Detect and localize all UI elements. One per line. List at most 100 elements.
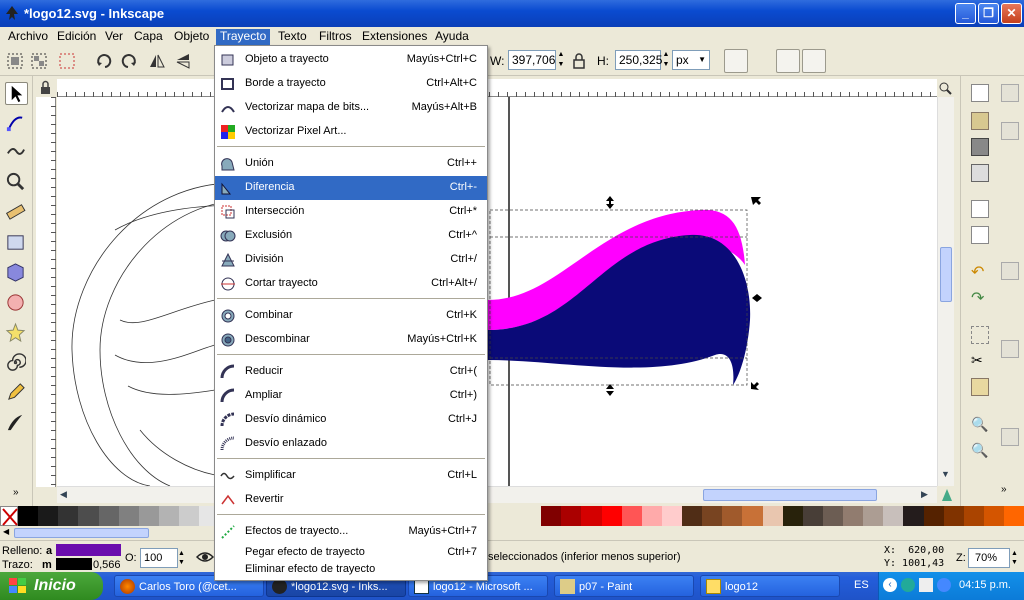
ruler-lock[interactable] [36,79,56,97]
tray-arrow-icon[interactable]: ‹ [883,578,897,592]
node-tool[interactable] [5,112,28,135]
swatch[interactable] [58,506,79,526]
menu-item-ampliar[interactable]: Ampliar Ctrl+) [215,384,487,408]
rotate-cw-icon[interactable] [120,52,138,70]
maximize-button[interactable]: ❐ [978,3,999,24]
rectangle-tool[interactable] [5,232,28,255]
move-gradients-button[interactable] [776,49,800,73]
menu-item-reducir[interactable]: Reducir Ctrl+( [215,360,487,384]
swatch[interactable] [158,506,179,526]
color-manage-icon[interactable] [940,487,954,503]
star-tool[interactable] [5,322,28,345]
swatch[interactable] [118,506,139,526]
menu-item-desvio-dinamico[interactable]: Desvío dinámico Ctrl+J [215,408,487,432]
menu-ver[interactable]: Ver [101,29,127,45]
menu-item-simplificar[interactable]: Simplificar Ctrl+L [215,464,487,488]
pencil-tool[interactable] [5,382,28,405]
box3d-tool[interactable] [5,262,28,285]
snap-bbox-icon[interactable] [1001,122,1019,140]
scroll-right-icon[interactable]: ▶ [921,489,928,500]
snap-bbox-midpoint-icon[interactable] [1001,200,1019,218]
menu-filtros[interactable]: Filtros [315,29,356,45]
swatch[interactable] [581,506,602,526]
selector-tool[interactable] [5,82,28,105]
palette-scrollbar[interactable]: ◀ [0,526,1024,540]
menu-archivo[interactable]: Archivo [4,29,52,45]
width-field[interactable]: 397,706 [508,50,556,70]
snap-cusp-icon[interactable] [1001,340,1019,358]
menu-trayecto[interactable]: Trayecto [216,29,271,45]
menu-item-efectos-de-trayecto[interactable]: Efectos de trayecto... Mayús+Ctrl+7 [215,520,487,544]
scroll-left-icon[interactable]: ◀ [60,489,67,500]
horizontal-scroll-thumb[interactable] [703,489,877,501]
swatch[interactable] [682,506,703,526]
swatch[interactable] [18,506,39,526]
swatch[interactable] [702,506,723,526]
redo-icon[interactable]: ↷ [971,288,989,307]
calligraphy-tool[interactable] [5,412,28,435]
save-icon[interactable] [971,138,989,156]
swatch[interactable] [138,506,159,526]
snap-toggle-icon[interactable] [1001,84,1019,102]
deselect-icon[interactable] [58,52,76,70]
swatch[interactable] [963,506,984,526]
swatch[interactable] [822,506,844,526]
opacity-field[interactable]: 100 [140,548,178,568]
measure-tool[interactable] [5,201,28,224]
rotate-ccw-icon[interactable] [95,52,113,70]
swatch[interactable] [883,506,904,526]
palette-scroll-left-icon[interactable]: ◀ [3,527,9,536]
menu-objeto[interactable]: Objeto [170,29,213,45]
ellipse-tool[interactable] [5,292,28,315]
zoom-selection-icon[interactable]: 🔍 [971,416,989,434]
vertical-scroll-thumb[interactable] [940,247,952,302]
menu-item-eliminar-efecto[interactable]: Eliminar efecto de trayecto [215,560,487,580]
flip-vertical-icon[interactable] [174,52,192,70]
snap-rotation-center-icon[interactable] [1001,454,1019,472]
swatch[interactable] [1004,506,1024,526]
menu-edicion[interactable]: Edición [53,29,100,45]
spiral-tool[interactable] [5,352,28,375]
swatch[interactable] [943,506,964,526]
menu-item-union[interactable]: Unión Ctrl++ [215,152,487,176]
snap-smooth-icon[interactable] [1001,366,1019,384]
menu-item-vectorizar-pixel-art[interactable]: Vectorizar Pixel Art... [215,120,487,144]
paste-icon[interactable] [971,378,989,396]
swatch[interactable] [621,506,642,526]
tweak-tool[interactable] [5,140,28,163]
export-icon[interactable] [971,226,989,244]
swatch[interactable] [782,506,803,526]
swatch[interactable] [78,506,99,526]
swatch[interactable] [641,506,662,526]
copy-icon[interactable] [971,326,989,344]
snap-nodes-icon[interactable] [1001,262,1019,280]
move-patterns-button[interactable] [802,49,826,73]
menu-item-descombinar[interactable]: Descombinar Mayús+Ctrl+K [215,328,487,352]
swatch[interactable] [843,506,864,526]
swatch[interactable] [561,506,582,526]
volume-icon[interactable] [919,578,933,592]
stroke-color-swatch[interactable] [56,558,92,570]
snap-midpoint-icon[interactable] [1001,392,1019,410]
snap-bbox-edge-icon[interactable] [1001,148,1019,166]
language-indicator[interactable]: ES [854,579,869,591]
zoom-field[interactable]: 70% [968,548,1010,568]
no-paint-swatch[interactable] [0,506,18,526]
open-icon[interactable] [971,112,989,130]
menu-texto[interactable]: Texto [274,29,311,45]
swatch[interactable] [983,506,1005,526]
network-icon[interactable] [901,578,915,592]
snap-bbox-center-icon[interactable] [1001,226,1019,244]
snap-intersection-icon[interactable] [1001,314,1019,332]
scroll-down-icon[interactable]: ▼ [941,469,950,479]
clock[interactable]: 04:15 p.m. [959,579,1011,591]
swatch[interactable] [923,506,944,526]
opacity-spinner[interactable]: ▲ ▼ [178,549,185,567]
swatch[interactable] [38,506,59,526]
swatch[interactable] [541,506,562,526]
swatch[interactable] [742,506,763,526]
commands-more-icon[interactable]: » [1001,484,1007,495]
palette-scroll-thumb[interactable] [14,528,149,538]
menu-item-combinar[interactable]: Combinar Ctrl+K [215,304,487,328]
select-all-layers-icon[interactable] [30,52,48,70]
